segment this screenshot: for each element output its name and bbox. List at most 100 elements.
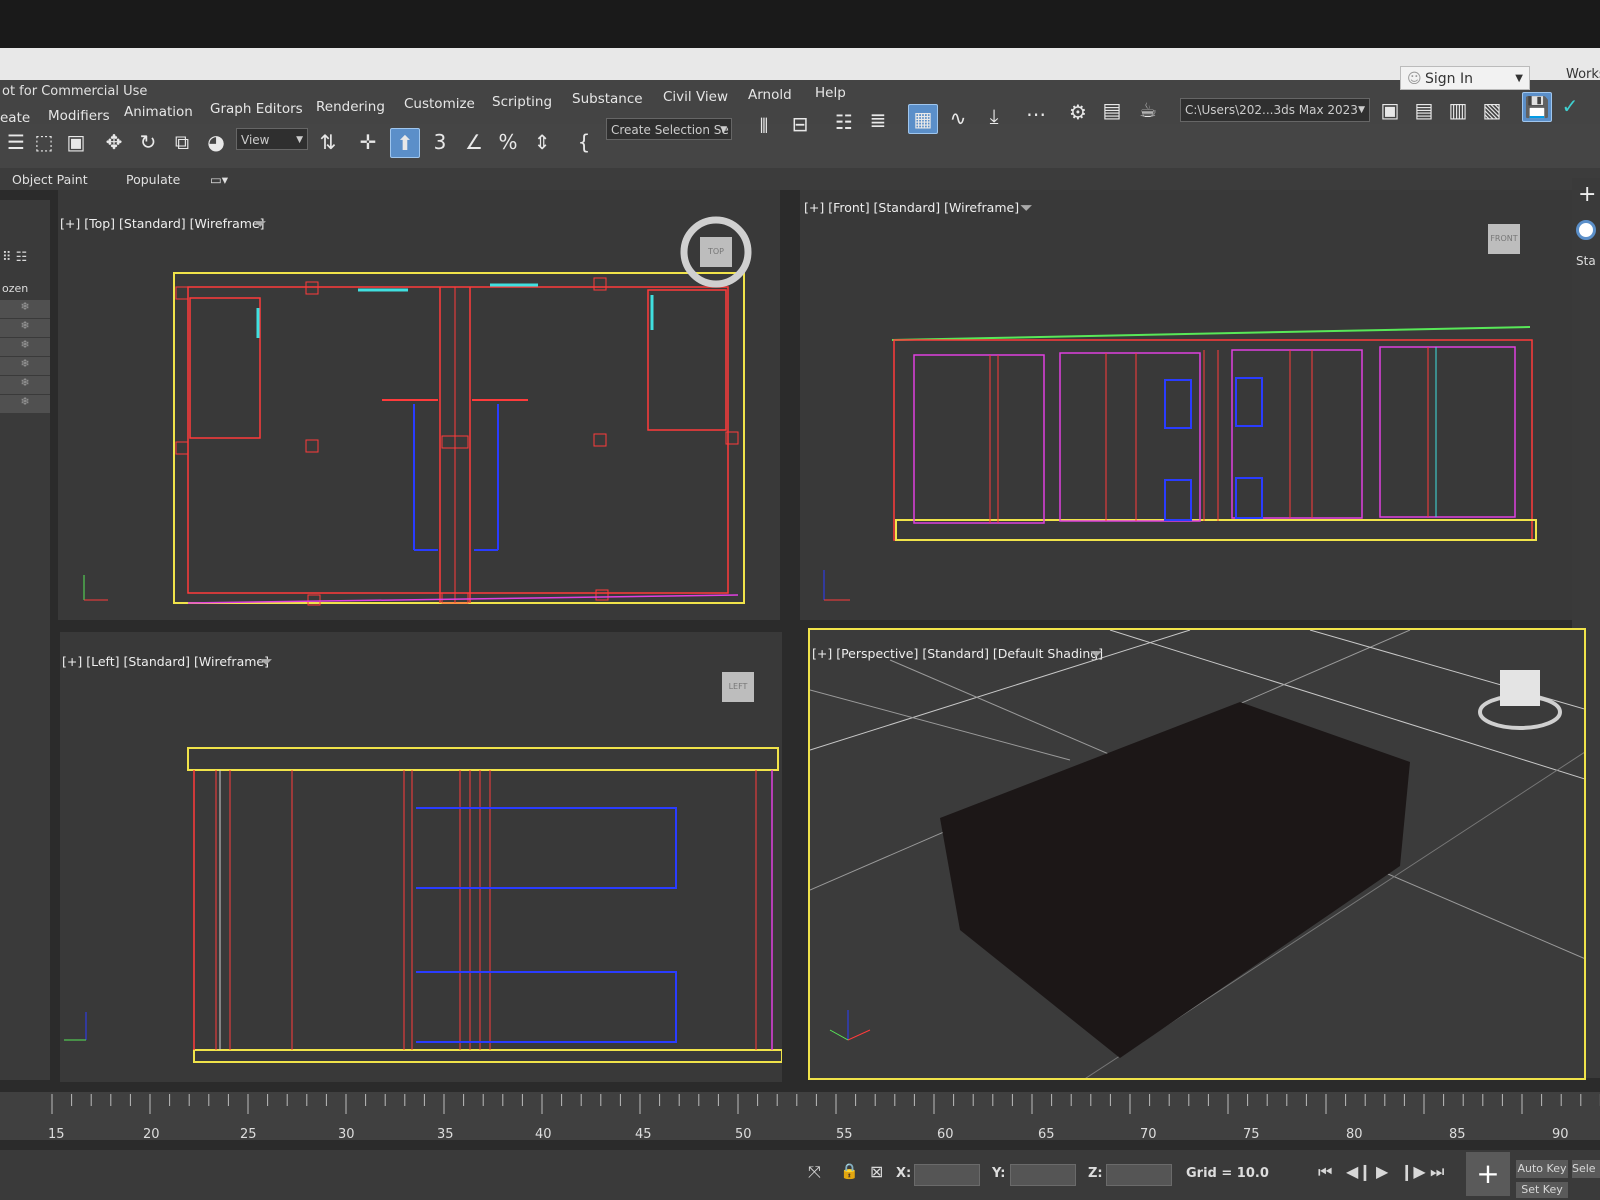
scene-explorer-panel: ⠿ ☷ ozen ❄ ❄ ❄ ❄ ❄ ❄ xyxy=(0,200,50,1080)
render-teapot-icon[interactable]: ☕ xyxy=(1134,96,1162,124)
project-path-dropdown[interactable]: C:\Users\202...3ds Max 2023 ▼ xyxy=(1180,98,1370,122)
open-folder-icon[interactable]: ▤ xyxy=(1410,96,1438,124)
timeline-tick-label: 85 xyxy=(1449,1127,1466,1142)
y-coord-field[interactable] xyxy=(1010,1164,1076,1186)
viewcube-top[interactable]: TOP xyxy=(700,237,732,267)
reference-coord-dropdown[interactable]: View ▼ xyxy=(236,128,308,150)
viewport-front[interactable]: [+] [Front] [Standard] [Wireframe] ⏷ FRO… xyxy=(800,190,1572,620)
viewport-perspective[interactable]: [+] [Perspective] [Standard] [Default Sh… xyxy=(808,628,1586,1080)
manage-folder-icon[interactable]: ▧ xyxy=(1478,96,1506,124)
rotate-icon[interactable]: ↻ xyxy=(134,128,162,156)
schematic-view-icon[interactable]: ⤓ xyxy=(980,102,1008,130)
viewcube-front[interactable]: FRONT xyxy=(1488,224,1520,254)
explorer-toolbar-icon[interactable]: ⠿ ☷ xyxy=(2,250,27,265)
pivot-icon[interactable]: ⇅ xyxy=(314,128,342,156)
menu-substance[interactable]: Substance xyxy=(572,91,643,107)
scene-explorer-icon[interactable]: ☷ xyxy=(830,108,858,136)
top-view-wireframe xyxy=(83,216,752,606)
chevron-down-icon: ▼ xyxy=(1515,73,1523,84)
selection-set-dropdown[interactable]: Create Selection Se ▼ xyxy=(606,118,732,140)
geometry-icon[interactable] xyxy=(1576,220,1596,240)
named-selection-icon[interactable]: { xyxy=(570,128,598,156)
sign-in-dropdown[interactable]: ☺ Sign In ▼ xyxy=(1400,66,1530,90)
menu-customize[interactable]: Customize xyxy=(404,96,475,112)
snaps-toggle-icon[interactable]: 3 xyxy=(426,128,454,156)
go-to-start-icon[interactable]: ⏮ xyxy=(1318,1162,1332,1182)
x-coord-field[interactable] xyxy=(914,1164,980,1186)
project-path-label: C:\Users\202...3ds Max 2023 xyxy=(1185,103,1358,117)
frozen-toggle[interactable]: ❄ xyxy=(0,319,50,338)
auto-key-button[interactable]: Auto Key xyxy=(1516,1160,1568,1178)
menu-arnold[interactable]: Arnold xyxy=(748,87,792,103)
isolate-icon[interactable]: ⤧ xyxy=(808,1162,821,1182)
viewcube-left[interactable]: LEFT xyxy=(722,672,754,702)
set-keys-icon[interactable]: + xyxy=(1466,1152,1510,1196)
timeline-tick-label: 60 xyxy=(937,1127,954,1142)
perspective-scene xyxy=(810,630,1584,1078)
move-icon[interactable]: ✥ xyxy=(100,128,128,156)
percent-snap-icon[interactable]: % xyxy=(494,128,522,156)
material-editor-icon[interactable]: ⋯ xyxy=(1022,100,1050,128)
check-icon[interactable]: ✓ xyxy=(1556,92,1584,120)
set-key-button[interactable]: Set Key xyxy=(1516,1182,1568,1198)
scale-icon[interactable]: ⧉ xyxy=(168,128,196,156)
next-frame-icon[interactable]: ❙▶ xyxy=(1400,1162,1426,1181)
frozen-toggle[interactable]: ❄ xyxy=(0,338,50,357)
menu-civil-view[interactable]: Civil View xyxy=(663,89,728,105)
chevron-down-icon: ▼ xyxy=(296,135,303,145)
previous-frame-icon[interactable]: ◀❙ xyxy=(1346,1162,1372,1181)
create-tab-icon[interactable]: + xyxy=(1578,182,1596,207)
save-folder-icon[interactable]: ▥ xyxy=(1444,96,1472,124)
project-folder-icon[interactable]: ▣ xyxy=(1376,96,1404,124)
menu-animation[interactable]: Animation xyxy=(124,104,193,120)
z-coord-field[interactable] xyxy=(1106,1164,1172,1186)
rendered-frame-icon[interactable]: ▤ xyxy=(1098,96,1126,124)
frozen-toggle[interactable]: ❄ xyxy=(0,357,50,376)
menu-rendering[interactable]: Rendering xyxy=(316,99,385,115)
play-icon[interactable]: ▶ xyxy=(1376,1162,1388,1181)
lock-icon[interactable]: 🔒 xyxy=(840,1162,859,1180)
save-icon[interactable]: 💾 xyxy=(1522,92,1552,122)
angle-snap-icon[interactable]: ∠ xyxy=(460,128,488,156)
workspace-label[interactable]: Works xyxy=(1566,67,1600,82)
absolute-mode-icon[interactable]: ⊠ xyxy=(870,1162,883,1181)
timeline-tick-label: 20 xyxy=(143,1127,160,1142)
keyboard-shortcut-toggle-icon[interactable]: ⬆ xyxy=(390,128,420,158)
frozen-toggle[interactable]: ❄ xyxy=(0,376,50,395)
mirror-icon[interactable]: ⫴ xyxy=(750,112,778,140)
viewport-top[interactable]: [+] [Top] [Standard] [Wireframe] ⏷ TOP xyxy=(58,190,780,620)
toggle-ribbon-icon[interactable]: ▦ xyxy=(908,104,938,134)
go-to-end-icon[interactable]: ⏭ xyxy=(1430,1162,1444,1182)
rect-selection-icon[interactable]: ⬚ xyxy=(30,128,58,156)
menu-modifiers[interactable]: Modifiers xyxy=(48,108,110,124)
viewport-left[interactable]: [+] [Left] [Standard] [Wireframe] ⏷ LEFT xyxy=(60,632,782,1082)
viewcube-perspective[interactable] xyxy=(1500,670,1540,706)
align-icon[interactable]: ⊟ xyxy=(786,110,814,138)
frozen-toggle[interactable]: ❄ xyxy=(0,300,50,319)
standard-primitives-dropdown[interactable]: Sta xyxy=(1576,254,1596,268)
chevron-down-icon: ▼ xyxy=(1358,105,1365,115)
timeline-tick-label: 40 xyxy=(535,1127,552,1142)
place-icon[interactable]: ◕ xyxy=(202,128,230,156)
select-manipulate-icon[interactable]: ✛ xyxy=(354,128,382,156)
ribbon-options-icon[interactable]: ▭▾ xyxy=(210,172,228,187)
menu-scripting[interactable]: Scripting xyxy=(492,94,552,110)
spinner-snap-icon[interactable]: ⇕ xyxy=(528,128,556,156)
menu-graph-editors[interactable]: Graph Editors xyxy=(210,101,303,117)
ribbon-tab-populate[interactable]: Populate xyxy=(126,172,180,187)
render-setup-icon[interactable]: ⚙ xyxy=(1064,98,1092,126)
layer-explorer-icon[interactable]: ≣ xyxy=(864,106,892,134)
curve-editor-icon[interactable]: ∿ xyxy=(944,104,972,132)
select-filter-icon[interactable]: ☰ xyxy=(2,128,30,156)
window-crossing-icon[interactable]: ▣ xyxy=(62,128,90,156)
menu-help[interactable]: Help xyxy=(815,85,846,101)
view-dropdown-label: View xyxy=(241,133,270,147)
selection-set-label: Create Selection Se xyxy=(611,123,729,137)
sign-in-label: Sign In xyxy=(1425,71,1473,87)
y-coord-label: Y: xyxy=(992,1166,1006,1181)
selected-filter-dropdown[interactable]: Sele xyxy=(1572,1160,1600,1178)
frozen-toggle[interactable]: ❄ xyxy=(0,395,50,414)
timeline-ticks xyxy=(51,1094,1600,1114)
ribbon-tab-object-paint[interactable]: Object Paint xyxy=(12,172,88,187)
window-title: ot for Commercial Use xyxy=(2,84,148,99)
